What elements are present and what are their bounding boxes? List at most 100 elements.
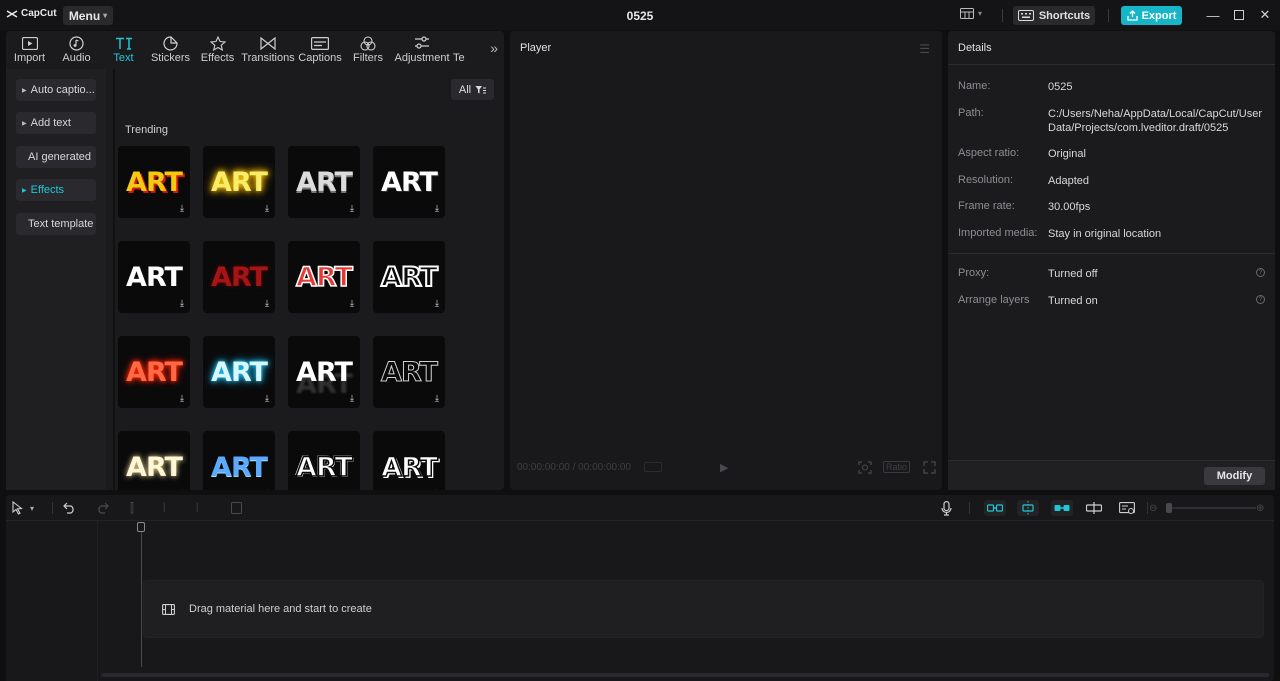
preview-axis-icon [1086,502,1102,514]
setting-value[interactable]: Turned off [1048,267,1278,281]
play-icon[interactable]: ▶ [720,461,728,474]
split-right-button[interactable]: ⦚ [196,500,199,516]
zoom-in-button[interactable]: ⊕ [1256,500,1264,516]
timeline-drop-zone[interactable]: Drag material here and start to create [143,580,1264,638]
tab-effects[interactable]: Effects [194,31,241,67]
download-icon[interactable]: ⤓ [350,393,354,404]
help-icon[interactable]: ? [1256,295,1265,304]
effect-tile[interactable]: ART ⤓ [288,336,360,408]
more-tabs-chevron-icon[interactable]: » [490,40,498,56]
playhead[interactable] [141,525,142,667]
ratio-button[interactable]: Ratio [883,461,911,473]
main-track-magnet-button[interactable] [984,500,1006,516]
effect-tile[interactable]: ART ⤓ [373,431,445,490]
effect-tile[interactable]: ART ⤓ [373,336,445,408]
player-menu-icon[interactable]: ☰ [919,42,930,56]
detail-value: Original [1048,148,1086,160]
submenu-ai-generated[interactable]: AI generated [16,146,96,168]
tab-stickers[interactable]: Stickers [147,31,194,67]
cursor-icon [12,501,23,515]
filter-label: All [458,83,472,96]
submenu-add-text[interactable]: ▶ Add text [16,112,96,134]
close-button[interactable]: ✕ [1255,6,1275,24]
layout-button[interactable]: ▾ [960,8,982,19]
redo-button[interactable] [96,500,109,516]
download-icon[interactable]: ⤓ [265,393,269,404]
zoom-slider[interactable] [1168,507,1256,509]
download-icon[interactable]: ⤓ [265,298,269,309]
download-icon[interactable]: ⤓ [350,203,354,214]
tab-text[interactable]: Text [100,31,147,67]
setting-value[interactable]: Turned on [1048,294,1278,308]
split-button[interactable]: ⫿ [130,500,134,516]
modify-button[interactable]: Modify [1204,467,1265,485]
fullscreen-icon[interactable] [923,461,936,474]
zoom-out-button[interactable]: ⊖ [1149,500,1157,516]
player-canvas[interactable] [510,66,942,456]
tile-label: ART [126,261,183,293]
download-icon[interactable]: ⤓ [435,203,439,214]
submenu-auto-captions[interactable]: ▶ Auto captio... [16,79,96,101]
adjustment-icon [415,36,429,49]
effect-tile[interactable]: ART ⤓ [203,241,275,313]
effect-tile[interactable]: ART ⤓ [203,336,275,408]
tab-transitions[interactable]: Transitions [241,31,295,67]
download-icon[interactable]: ⤓ [350,298,354,309]
select-tool-button[interactable]: ▾ [12,500,34,516]
split-right-icon: ⦚ [196,500,199,515]
menu-button[interactable]: Menu ▾ [63,6,113,25]
fit-screen-icon[interactable] [858,461,872,474]
caret-right-icon: ▶ [22,87,27,94]
tab-captions[interactable]: Captions [295,31,345,67]
zoom-slider-handle[interactable] [1166,503,1172,513]
timeline-scrollbar[interactable] [101,673,1269,677]
effect-tile[interactable]: ART ⤓ [118,241,190,313]
effect-tile[interactable]: ART ⤓ [373,146,445,218]
download-icon[interactable]: ⤓ [435,298,439,309]
download-icon[interactable]: ⤓ [180,488,184,490]
export-button[interactable]: Export [1121,6,1182,25]
effect-tile[interactable]: ART ⤓ [288,241,360,313]
download-icon[interactable]: ⤓ [265,488,269,490]
effect-tile[interactable]: ART ⤓ [288,146,360,218]
auto-snapping-button[interactable] [1017,500,1039,516]
effect-tile[interactable]: ART ⤓ [203,146,275,218]
effect-tile[interactable]: ART ⤓ [118,336,190,408]
tab-adjustment[interactable]: Adjustment [391,31,453,67]
minimize-button[interactable]: — [1203,6,1223,24]
help-icon[interactable]: ? [1256,268,1265,277]
caption-toggle-button[interactable] [1119,500,1135,516]
download-icon[interactable]: ⤓ [180,393,184,404]
effect-tile[interactable]: ART ⤓ [118,146,190,218]
tab-filters[interactable]: Filters [345,31,391,67]
preview-axis-button[interactable] [1086,500,1102,516]
download-icon[interactable]: ⤓ [265,203,269,214]
delete-button[interactable] [231,500,242,516]
split-left-button[interactable]: ⦚ [163,500,166,516]
record-audio-button[interactable] [941,500,952,516]
effect-tile[interactable]: ART ⤓ [373,241,445,313]
tab-captions-label: Captions [298,52,342,64]
effect-tile[interactable]: ART ⤓ [203,431,275,490]
undo-button[interactable] [63,500,76,516]
filter-button[interactable]: All [451,79,494,100]
tab-truncated[interactable]: Te [453,31,465,67]
tab-audio[interactable]: Audio [53,31,100,67]
divider [969,502,970,514]
submenu-effects[interactable]: ▶ Effects [16,179,96,201]
download-icon[interactable]: ⤓ [435,488,439,490]
playhead-handle[interactable] [137,522,145,532]
detail-value: Adapted [1048,175,1089,187]
download-icon[interactable]: ⤓ [180,203,184,214]
download-icon[interactable]: ⤓ [350,488,354,490]
submenu-text-template[interactable]: Text template [16,213,96,235]
tab-import[interactable]: Import [6,31,53,67]
effect-tile[interactable]: ART ⤓ [288,431,360,490]
maximize-button[interactable] [1229,6,1249,24]
timecode-toggle[interactable] [644,462,662,472]
download-icon[interactable]: ⤓ [435,393,439,404]
effect-tile[interactable]: ART ⤓ [118,431,190,490]
shortcuts-button[interactable]: Shortcuts [1013,6,1095,25]
download-icon[interactable]: ⤓ [180,298,184,309]
linkage-button[interactable] [1051,500,1073,516]
